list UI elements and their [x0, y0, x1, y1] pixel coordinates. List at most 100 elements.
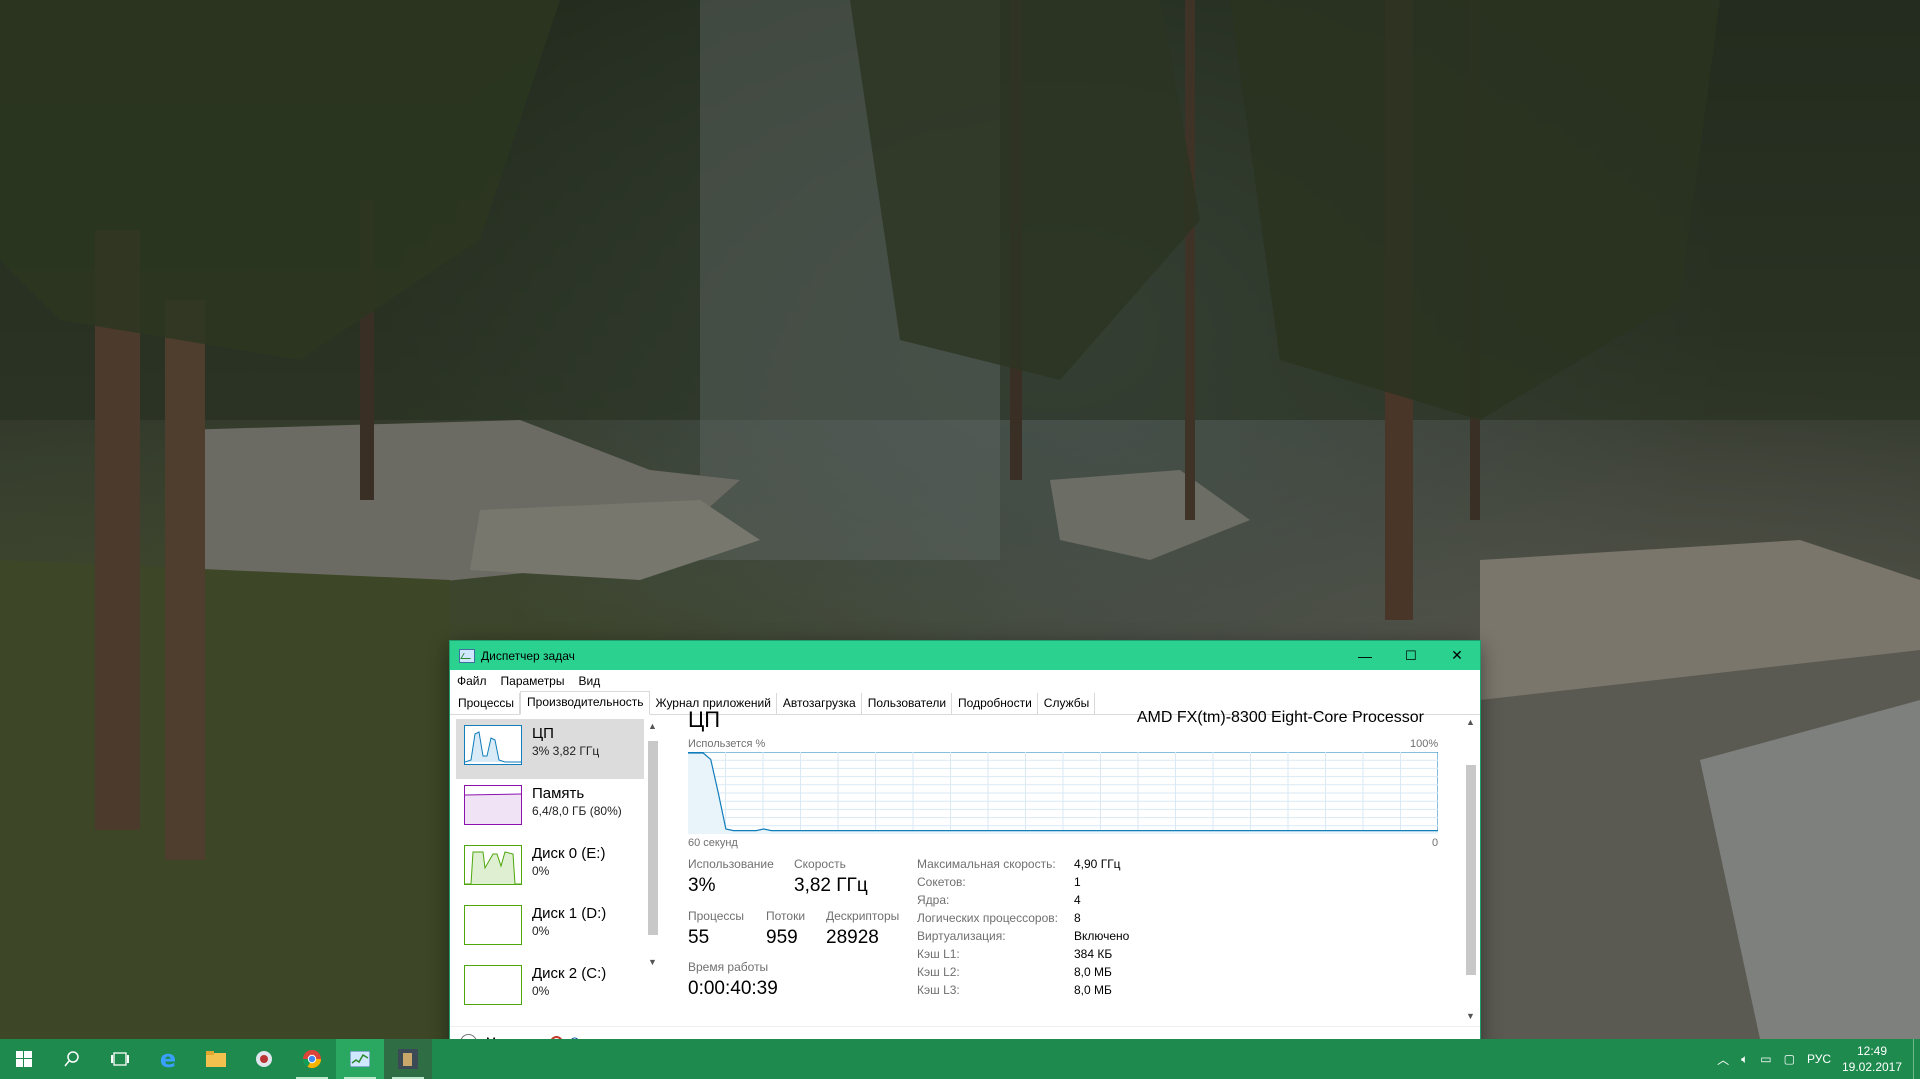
memory-item-title: Память: [532, 785, 585, 802]
main-scroll-thumb[interactable]: [1466, 765, 1476, 975]
usage-label: Использование: [688, 857, 774, 871]
spec-value: 384 КБ: [1074, 947, 1113, 961]
spec-value: 4,90 ГГц: [1074, 857, 1121, 871]
cpu-item-subtitle: 3% 3,82 ГГц: [532, 744, 600, 758]
cpu-item-title: ЦП: [532, 725, 554, 742]
tab-startup[interactable]: Автозагрузка: [777, 693, 862, 714]
resource-item-memory[interactable]: Память 6,4/8,0 ГБ (80%): [456, 779, 644, 839]
spec-key: Виртуализация:: [917, 929, 1006, 943]
tab-processes[interactable]: Процессы: [452, 693, 521, 714]
graph-usage-label: Использется %: [688, 738, 766, 750]
clock-date: 19.02.2017: [1841, 1060, 1903, 1074]
file-explorer-button[interactable]: [192, 1039, 240, 1079]
menu-file[interactable]: Файл: [457, 674, 487, 688]
tab-users[interactable]: Пользователи: [862, 693, 953, 714]
tab-services[interactable]: Службы: [1038, 693, 1096, 714]
cpu-heading: ЦП: [688, 707, 721, 732]
disk0-item-subtitle: 0%: [532, 864, 550, 878]
system-tray: ︿ 🔈︎ ▭ ▢ РУС 12:49 19.02.2017: [1711, 1039, 1920, 1079]
cpu-thumbnail: [464, 725, 522, 765]
menu-options[interactable]: Параметры: [501, 674, 565, 688]
spec-value: 8: [1074, 911, 1081, 925]
clock-time: 12:49: [1856, 1044, 1888, 1058]
cpu-usage-graph: [688, 752, 1438, 834]
task-manager-taskbar-button[interactable]: [336, 1039, 384, 1079]
processes-value: 55: [688, 927, 710, 948]
minimize-button[interactable]: —: [1342, 641, 1388, 670]
task-manager-icon: [459, 648, 475, 663]
show-desktop-button[interactable]: [1913, 1039, 1920, 1079]
task-manager-window: Диспетчер задач — ☐ ✕ Файл Параметры Вид…: [450, 641, 1480, 1056]
spec-value: 1: [1074, 875, 1081, 889]
task-view-icon: [111, 1052, 129, 1066]
graph-time-label: 60 секунд: [688, 837, 738, 849]
notification-icon[interactable]: ▢: [1784, 1052, 1795, 1066]
memory-item-subtitle: 6,4/8,0 ГБ (80%): [532, 804, 622, 818]
close-button[interactable]: ✕: [1434, 641, 1480, 670]
spec-value: 8,0 МБ: [1074, 965, 1112, 979]
uptime-label: Время работы: [688, 960, 769, 974]
edge-icon: e: [159, 1045, 177, 1073]
spec-key: Логических процессоров:: [917, 911, 1058, 925]
spec-key: Сокетов:: [917, 875, 966, 889]
disk0-item-title: Диск 0 (E:): [532, 845, 606, 862]
tab-performance[interactable]: Производительность: [520, 691, 650, 715]
handles-label: Дескрипторы: [826, 909, 900, 923]
chrome-button[interactable]: [288, 1039, 336, 1079]
task-manager-icon: [350, 1051, 370, 1067]
main-scroll-up-icon[interactable]: ▲: [1466, 717, 1475, 727]
processes-label: Процессы: [688, 909, 745, 923]
game-icon: [398, 1049, 418, 1069]
edge-browser-button[interactable]: e: [144, 1039, 192, 1079]
maximize-button[interactable]: ☐: [1388, 641, 1434, 670]
main-scroll-down-icon[interactable]: ▼: [1466, 1011, 1475, 1021]
main-scrollbar[interactable]: ▲ ▼: [1464, 715, 1478, 1027]
cpu-detail-panel: ЦП AMD FX(tm)-8300 Eight-Core Processor …: [688, 707, 1464, 1027]
resource-item-disk1[interactable]: Диск 1 (D:) 0%: [456, 899, 644, 959]
title-bar[interactable]: Диспетчер задач — ☐ ✕: [450, 641, 1480, 670]
threads-label: Потоки: [766, 909, 806, 923]
start-button[interactable]: [0, 1039, 48, 1079]
network-icon[interactable]: ▭: [1760, 1052, 1771, 1066]
resource-item-disk2[interactable]: Диск 2 (C:) 0%: [456, 959, 644, 1019]
spec-key: Кэш L2:: [917, 965, 960, 979]
disk2-item-subtitle: 0%: [532, 984, 550, 998]
threads-value: 959: [766, 927, 798, 948]
speed-value: 3,82 ГГц: [794, 875, 868, 896]
window-title: Диспетчер задач: [481, 648, 575, 663]
volume-icon[interactable]: 🔈︎: [1741, 1052, 1748, 1067]
graph-max-label: 100%: [1410, 738, 1439, 750]
spec-key: Кэш L3:: [917, 983, 960, 997]
sidebar-scroll-thumb[interactable]: [648, 741, 658, 935]
game-button[interactable]: [384, 1039, 432, 1079]
scroll-up-icon[interactable]: ▲: [648, 721, 657, 731]
resource-item-cpu[interactable]: ЦП 3% 3,82 ГГц: [456, 719, 644, 779]
tab-details[interactable]: Подробности: [952, 693, 1038, 714]
cpu-model-name: AMD FX(tm)-8300 Eight-Core Processor: [1136, 709, 1424, 726]
clock[interactable]: 12:49 19.02.2017: [1837, 1043, 1907, 1075]
graph-min-label: 0: [1432, 837, 1439, 849]
search-button[interactable]: [48, 1039, 96, 1079]
windows-icon: [16, 1051, 32, 1067]
spec-value: 4: [1074, 893, 1081, 907]
performance-content: ЦП 3% 3,82 ГГц Память 6,4/8,0 ГБ (80%) Д…: [450, 707, 1480, 1027]
menu-view[interactable]: Вид: [578, 674, 600, 688]
usage-value: 3%: [688, 875, 716, 896]
disk0-thumbnail: [464, 845, 522, 885]
scroll-down-icon[interactable]: ▼: [648, 957, 657, 967]
task-view-button[interactable]: [96, 1039, 144, 1079]
spec-value: 8,0 МБ: [1074, 983, 1112, 997]
chevron-up-icon[interactable]: ︿: [1717, 1051, 1729, 1068]
disk1-item-subtitle: 0%: [532, 924, 550, 938]
window-controls: — ☐ ✕: [1342, 641, 1480, 670]
disk2-thumbnail: [464, 965, 522, 1005]
disk1-item-title: Диск 1 (D:): [532, 905, 607, 922]
app-button[interactable]: [240, 1039, 288, 1079]
language-indicator[interactable]: РУС: [1807, 1052, 1831, 1066]
resource-item-disk0[interactable]: Диск 0 (E:) 0%: [456, 839, 644, 899]
uptime-value: 0:00:40:39: [688, 978, 778, 999]
menu-bar: Файл Параметры Вид: [450, 670, 1480, 692]
sidebar-scrollbar[interactable]: ▲ ▼: [646, 721, 658, 993]
spec-key: Максимальная скорость:: [917, 857, 1056, 871]
speed-label: Скорость: [794, 857, 846, 871]
